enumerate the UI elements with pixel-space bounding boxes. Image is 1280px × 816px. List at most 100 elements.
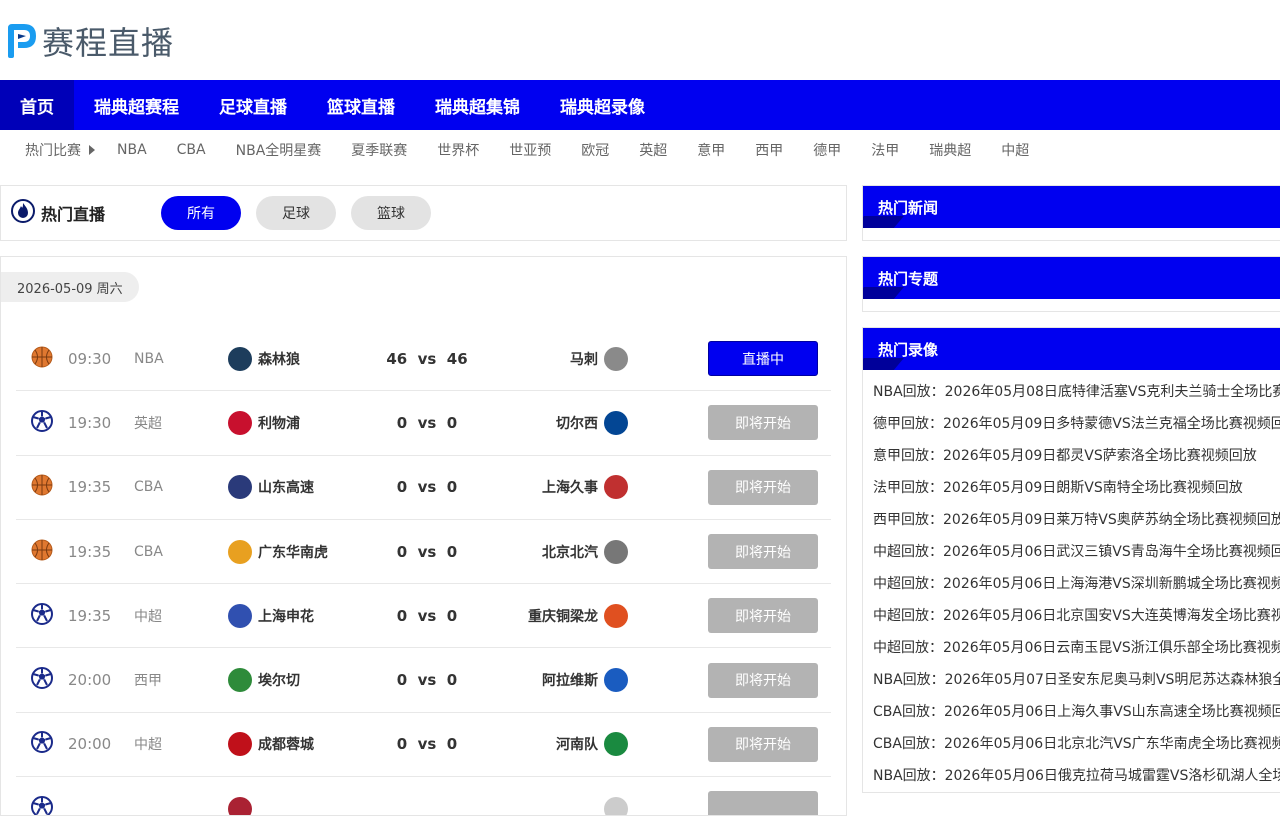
video-replay-link[interactable]: NBA回放：2026年05月08日底特律活塞VS克利夫兰骑士全场比赛	[873, 376, 1280, 408]
video-replay-link[interactable]: 中超回放：2026年05月06日北京国安VS大连英博海发全场比赛视频	[873, 600, 1280, 632]
site-logo[interactable]: 赛程直播	[4, 18, 174, 64]
subnav-item[interactable]: 德甲	[813, 140, 841, 160]
filter-football-button[interactable]: 足球	[256, 196, 336, 230]
nav-replays[interactable]: 瑞典超录像	[540, 80, 665, 130]
match-league[interactable]: 英超	[134, 413, 162, 433]
nav-schedule[interactable]: 瑞典超赛程	[74, 80, 199, 130]
upcoming-button[interactable]: 即将开始	[708, 534, 818, 570]
match-time: 19:35	[68, 542, 112, 561]
match-score: 46 vs 46	[386, 349, 468, 368]
subnav-item[interactable]: 英超	[639, 140, 667, 160]
home-team[interactable]: 广东华南虎	[228, 539, 328, 564]
subnav-item[interactable]: CBA	[177, 142, 206, 158]
nav-football-live[interactable]: 足球直播	[199, 80, 307, 130]
football-icon	[31, 731, 53, 757]
away-team[interactable]: 切尔西	[556, 410, 628, 435]
live-filter-bar: 热门直播 所有 足球 篮球	[0, 185, 847, 241]
match-row[interactable]: 19:30 英超 利物浦 0 vs 0 切尔西 即将开始	[16, 391, 831, 456]
match-row[interactable]: 19:35 CBA 广东华南虎 0 vs 0 北京北汽 即将开始	[16, 520, 831, 585]
match-row[interactable]: 19:35 中超 上海申花 0 vs 0 重庆铜梁龙 即将开始	[16, 584, 831, 649]
subnav-item[interactable]: 西甲	[755, 140, 783, 160]
video-replay-link[interactable]: 西甲回放：2026年05月09日莱万特VS奥萨苏纳全场比赛视频回放	[873, 504, 1280, 536]
subnav-item[interactable]: NBA全明星赛	[236, 140, 322, 160]
match-time: 19:35	[68, 478, 112, 497]
away-team[interactable]: 北京北汽	[542, 539, 628, 564]
upcoming-button[interactable]	[708, 791, 818, 815]
match-league[interactable]: NBA	[134, 351, 164, 367]
match-row[interactable]: 20:00 中超 成都蓉城 0 vs 0 河南队 即将开始	[16, 713, 831, 778]
subnav-item[interactable]: 意甲	[697, 140, 725, 160]
match-league[interactable]: CBA	[134, 479, 163, 495]
logo-play-icon	[4, 22, 38, 60]
live-now-button[interactable]: 直播中	[708, 341, 818, 377]
match-row[interactable]	[16, 777, 831, 815]
home-team[interactable]: 上海申花	[228, 603, 314, 628]
upcoming-button[interactable]: 即将开始	[708, 598, 818, 634]
match-score: 0 vs 0	[396, 542, 458, 561]
home-team[interactable]: 利物浦	[228, 410, 300, 435]
nav-home[interactable]: 首页	[0, 80, 74, 130]
video-replay-link[interactable]: CBA回放：2026年05月06日上海久事VS山东高速全场比赛视频回放	[873, 696, 1280, 728]
away-team-logo-icon	[604, 603, 628, 628]
nav-basketball-live[interactable]: 篮球直播	[307, 80, 415, 130]
subnav-item[interactable]: 世亚预	[509, 140, 551, 160]
away-team[interactable]: 马刺	[570, 346, 628, 371]
away-team[interactable]: 上海久事	[542, 475, 628, 500]
home-team[interactable]: 成都蓉城	[228, 732, 314, 757]
upcoming-button[interactable]: 即将开始	[708, 726, 818, 762]
home-team-logo-icon	[228, 668, 252, 693]
filter-basketball-button[interactable]: 篮球	[351, 196, 431, 230]
away-team[interactable]: 重庆铜梁龙	[528, 603, 628, 628]
away-team-logo-icon	[604, 539, 628, 564]
subnav-item[interactable]: 瑞典超	[929, 140, 971, 160]
home-team-name: 利物浦	[258, 415, 300, 432]
away-team-name: 阿拉维斯	[542, 673, 598, 690]
upcoming-button[interactable]: 即将开始	[708, 662, 818, 698]
home-team-name: 森林狼	[258, 351, 300, 368]
filter-title-text: 热门直播	[41, 205, 106, 224]
subnav-item[interactable]: 中超	[1001, 140, 1029, 160]
video-replay-link[interactable]: NBA回放：2026年05月06日俄克拉荷马城雷霆VS洛杉矶湖人全场	[873, 760, 1280, 792]
away-team-name: 马刺	[570, 351, 598, 368]
videos-panel-title[interactable]: 热门录像	[863, 328, 1280, 370]
video-replay-link[interactable]: NBA回放：2026年05月07日圣安东尼奥马刺VS明尼苏达森林狼全	[873, 664, 1280, 696]
subnav-item[interactable]: 欧冠	[581, 140, 609, 160]
home-team[interactable]: 埃尔切	[228, 668, 300, 693]
video-replay-link[interactable]: 中超回放：2026年05月06日武汉三镇VS青岛海牛全场比赛视频回放	[873, 536, 1280, 568]
video-replay-link[interactable]: CBA回放：2026年05月06日北京北汽VS广东华南虎全场比赛视频回放	[873, 728, 1280, 760]
topics-panel-title[interactable]: 热门专题	[863, 257, 1280, 299]
header: 赛程直播	[0, 0, 1280, 80]
video-replay-link[interactable]: 中超回放：2026年05月06日上海海港VS深圳新鹏城全场比赛视频回放	[873, 568, 1280, 600]
away-team-logo-icon	[604, 346, 628, 371]
away-team-name: 切尔西	[556, 415, 598, 432]
away-team[interactable]: 阿拉维斯	[542, 668, 628, 693]
filter-all-button[interactable]: 所有	[161, 196, 241, 230]
upcoming-button[interactable]: 即将开始	[708, 469, 818, 505]
match-league[interactable]: CBA	[134, 544, 163, 560]
away-team[interactable]: 河南队	[556, 732, 628, 757]
home-team[interactable]: 森林狼	[228, 346, 300, 371]
subnav-item[interactable]: 世界杯	[437, 140, 479, 160]
video-replay-link[interactable]: 意甲回放：2026年05月09日都灵VS萨索洛全场比赛视频回放	[873, 440, 1280, 472]
video-list: NBA回放：2026年05月08日底特律活塞VS克利夫兰骑士全场比赛 德甲回放：2…	[863, 370, 1280, 792]
video-replay-link[interactable]: 德甲回放：2026年05月09日多特蒙德VS法兰克福全场比赛视频回放	[873, 408, 1280, 440]
away-team-logo-icon	[604, 668, 628, 693]
video-replay-link[interactable]: 中超回放：2026年05月06日云南玉昆VS浙江俱乐部全场比赛视频回放	[873, 632, 1280, 664]
subnav-hot-label: 热门比赛	[25, 140, 95, 160]
match-league[interactable]: 西甲	[134, 670, 162, 690]
subnav-item[interactable]: NBA	[117, 142, 147, 158]
nav-highlights[interactable]: 瑞典超集锦	[415, 80, 540, 130]
caret-right-icon	[89, 145, 95, 155]
subnav-item[interactable]: 夏季联赛	[351, 140, 407, 160]
upcoming-button[interactable]: 即将开始	[708, 405, 818, 441]
home-team[interactable]: 山东高速	[228, 475, 314, 500]
match-league[interactable]: 中超	[134, 606, 162, 626]
news-panel-title[interactable]: 热门新闻	[863, 186, 1280, 228]
match-row[interactable]: 19:35 CBA 山东高速 0 vs 0 上海久事 即将开始	[16, 456, 831, 520]
video-replay-link[interactable]: 法甲回放：2026年05月09日朗斯VS南特全场比赛视频回放	[873, 472, 1280, 504]
news-panel: 热门新闻	[862, 185, 1280, 241]
subnav-item[interactable]: 法甲	[871, 140, 899, 160]
match-league[interactable]: 中超	[134, 734, 162, 754]
match-row[interactable]: 09:30 NBA 森林狼 46 vs 46 马刺 直播中	[16, 327, 831, 392]
match-row[interactable]: 20:00 西甲 埃尔切 0 vs 0 阿拉维斯 即将开始	[16, 648, 831, 713]
